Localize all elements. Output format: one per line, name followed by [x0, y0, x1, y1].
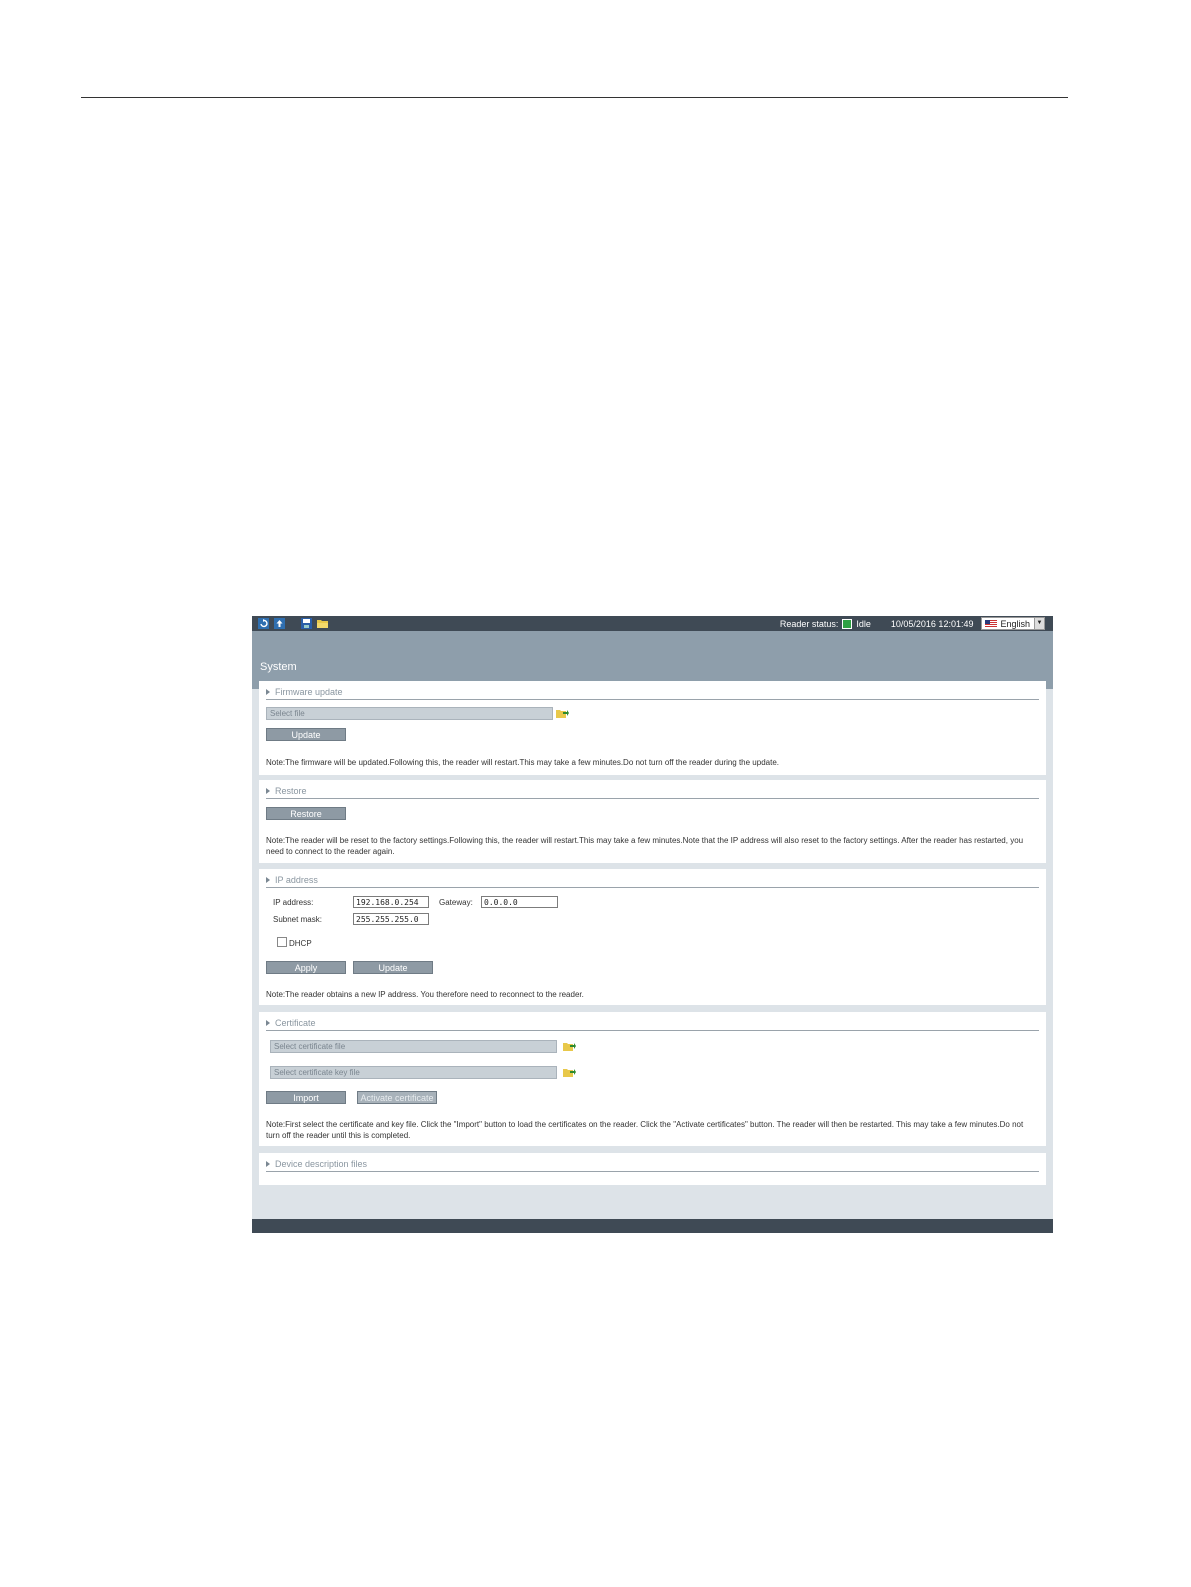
- certificate-note: Note:First select the certificate and ke…: [266, 1120, 1024, 1140]
- certificate-import-button[interactable]: Import: [266, 1091, 346, 1104]
- datetime-display: 10/05/2016 12:01:49: [890, 618, 974, 629]
- restore-button[interactable]: Restore: [266, 807, 346, 820]
- expand-triangle-icon: [266, 1020, 270, 1026]
- expand-triangle-icon: [266, 788, 270, 794]
- open-folder-icon[interactable]: [317, 618, 328, 629]
- restore-note: Note:The reader will be reset to the fac…: [266, 836, 1024, 856]
- activate-certificate-button[interactable]: Activate certificate: [357, 1091, 437, 1104]
- certificate-file-field[interactable]: Select certificate file: [270, 1040, 557, 1053]
- gateway-label: Gateway:: [439, 898, 473, 907]
- reader-status-value: Idle: [856, 618, 871, 629]
- device-description-header[interactable]: Device description files: [266, 1159, 1039, 1172]
- expand-triangle-icon: [266, 877, 270, 883]
- restore-header[interactable]: Restore: [266, 786, 1039, 799]
- certificate-key-field[interactable]: Select certificate key file: [270, 1066, 557, 1079]
- certificate-header[interactable]: Certificate: [266, 1018, 1039, 1031]
- expand-triangle-icon: [266, 689, 270, 695]
- reader-status-label: Reader status:: [779, 618, 839, 629]
- language-select[interactable]: English ▼: [981, 617, 1045, 630]
- page-title: System: [260, 661, 297, 673]
- firmware-note: Note:The firmware will be updated.Follow…: [266, 758, 779, 767]
- subnet-mask-label: Subnet mask:: [273, 915, 322, 924]
- save-icon[interactable]: [301, 618, 312, 629]
- ip-update-button[interactable]: Update: [353, 961, 433, 974]
- browse-folder-icon[interactable]: [556, 708, 569, 719]
- top-toolbar: Reader status: Idle 10/05/2016 12:01:49 …: [252, 616, 1053, 631]
- ip-address-panel: IP address IP address: 192.168.0.254 Gat…: [259, 869, 1046, 1005]
- browse-key-icon[interactable]: [563, 1067, 576, 1078]
- firmware-update-panel: Firmware update Select file Update Note:…: [259, 681, 1046, 775]
- ip-address-input[interactable]: 192.168.0.254: [353, 896, 429, 908]
- firmware-update-header[interactable]: Firmware update: [266, 687, 1039, 700]
- ip-address-heading: IP address: [275, 875, 318, 885]
- device-description-heading: Device description files: [275, 1159, 368, 1169]
- firmware-update-button[interactable]: Update: [266, 728, 346, 741]
- firmware-file-field[interactable]: Select file: [266, 707, 553, 720]
- dhcp-checkbox[interactable]: [277, 937, 287, 947]
- status-indicator: [842, 618, 853, 629]
- dhcp-label: DHCP: [289, 939, 312, 948]
- certificate-heading: Certificate: [275, 1018, 316, 1028]
- ip-address-label: IP address:: [273, 898, 314, 907]
- certificate-panel: Certificate Select certificate file Sele…: [259, 1012, 1046, 1146]
- ip-note: Note:The reader obtains a new IP address…: [266, 990, 584, 999]
- page-header-rule: [81, 97, 1068, 98]
- ip-address-header[interactable]: IP address: [266, 875, 1039, 888]
- expand-triangle-icon: [266, 1161, 270, 1167]
- restore-panel: Restore Restore Note:The reader will be …: [259, 780, 1046, 863]
- refresh-icon[interactable]: [258, 618, 269, 629]
- restore-heading: Restore: [275, 786, 307, 796]
- gateway-input[interactable]: 0.0.0.0: [481, 896, 558, 908]
- subnet-mask-input[interactable]: 255.255.255.0: [353, 913, 429, 925]
- browse-certificate-icon[interactable]: [563, 1041, 576, 1052]
- reader-web-ui: Reader status: Idle 10/05/2016 12:01:49 …: [252, 616, 1053, 1233]
- footer-bar: [252, 1219, 1053, 1233]
- flag-icon: [985, 619, 998, 628]
- chevron-down-icon[interactable]: ▼: [1034, 618, 1044, 629]
- language-label: English: [1000, 618, 1030, 629]
- ip-apply-button[interactable]: Apply: [266, 961, 346, 974]
- upload-icon[interactable]: [274, 618, 285, 629]
- firmware-update-heading: Firmware update: [275, 687, 343, 697]
- device-description-panel: Device description files: [259, 1153, 1046, 1185]
